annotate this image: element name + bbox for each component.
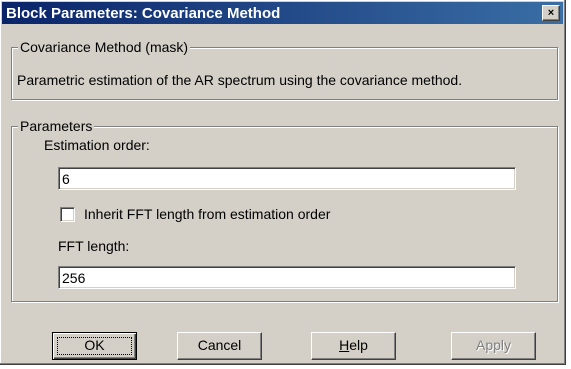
window-title: Block Parameters: Covariance Method	[6, 5, 281, 22]
help-button[interactable]: Help	[311, 332, 396, 360]
inherit-fft-label[interactable]: Inherit FFT length from estimation order	[84, 206, 330, 222]
help-label-rest: elp	[349, 337, 368, 353]
estimation-order-label: Estimation order:	[44, 137, 150, 153]
ok-button-label: OK	[84, 337, 105, 353]
cancel-button-label: Cancel	[197, 337, 242, 353]
parameters-group: Parameters Estimation order: Inherit FFT…	[11, 118, 558, 302]
apply-button: Apply	[451, 332, 536, 360]
close-icon: ×	[547, 7, 555, 19]
ok-button[interactable]: OK	[52, 332, 137, 360]
fft-length-input[interactable]	[58, 266, 516, 289]
block-parameters-dialog: Block Parameters: Covariance Method × Co…	[0, 0, 566, 365]
parameters-group-label: Parameters	[18, 118, 95, 134]
description-group-label: Covariance Method (mask)	[18, 39, 191, 55]
title-bar[interactable]: Block Parameters: Covariance Method ×	[2, 2, 563, 24]
fft-length-label: FFT length:	[58, 238, 130, 254]
description-group: Covariance Method (mask) Parametric esti…	[11, 39, 558, 100]
inherit-fft-checkbox[interactable]	[60, 207, 75, 222]
help-button-label: Help	[339, 337, 368, 353]
description-text: Parametric estimation of the AR spectrum…	[17, 72, 463, 88]
close-button[interactable]: ×	[542, 5, 560, 21]
estimation-order-input[interactable]	[58, 167, 516, 190]
apply-button-label: Apply	[475, 337, 512, 353]
help-mnemonic: H	[339, 337, 350, 353]
cancel-button[interactable]: Cancel	[177, 332, 262, 360]
